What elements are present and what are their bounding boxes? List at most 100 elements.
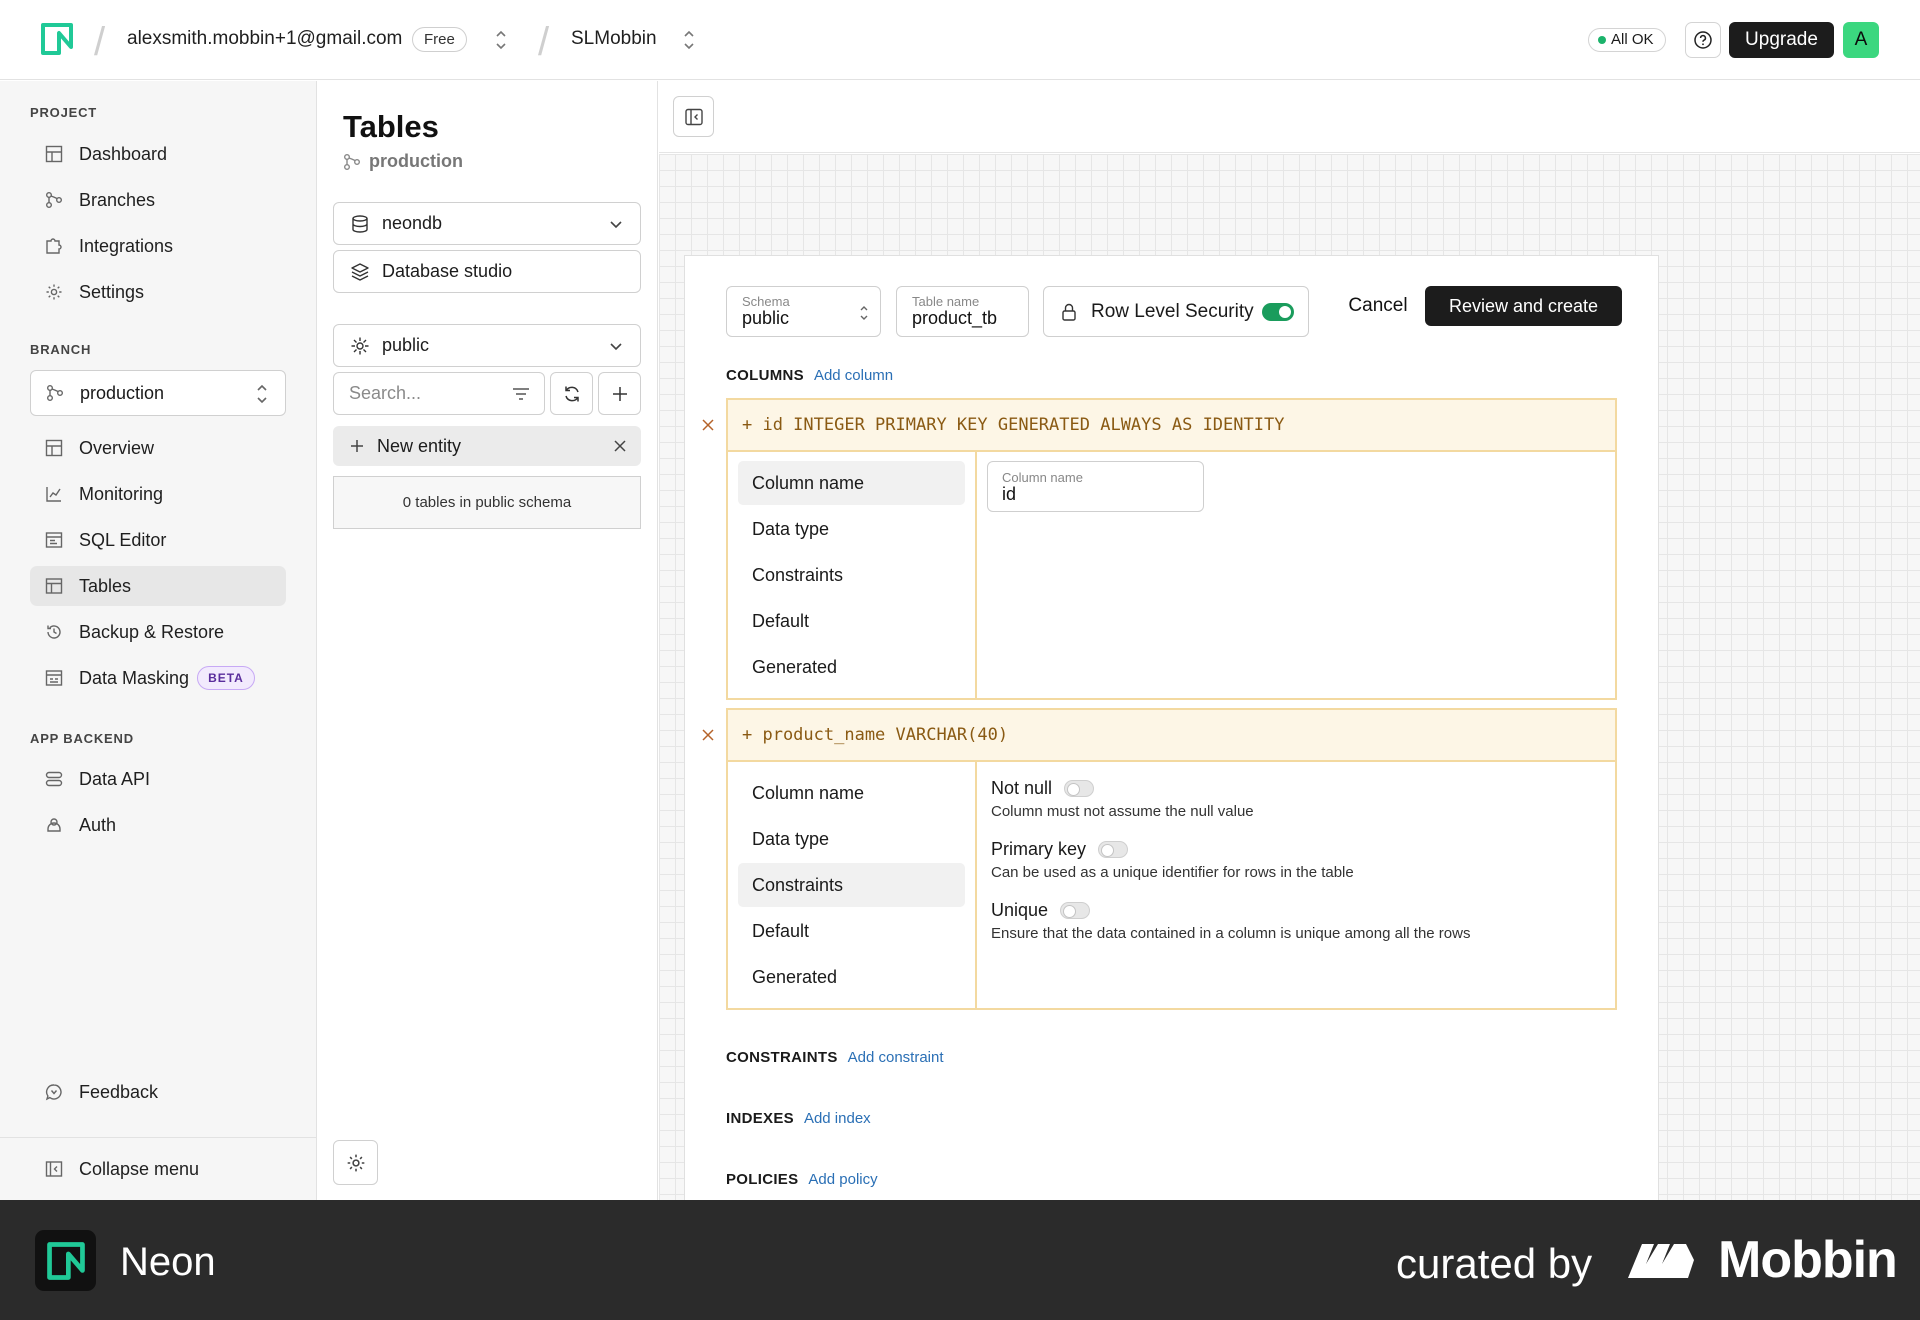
help-button[interactable] [1685,22,1721,58]
column-tabs: Column name Data type Constraints Defaul… [728,762,977,1008]
sidebar-item-label: Monitoring [79,483,164,504]
account-email[interactable]: alexsmith.mobbin+1@gmail.com [127,28,402,50]
sidebar-item-label: SQL Editor [79,529,167,550]
main-header [659,81,1920,153]
collapse-menu-button[interactable]: Collapse menu [30,1149,286,1189]
tab-data-type[interactable]: Data type [738,817,965,861]
sidebar-item-branches[interactable]: Branches [30,180,286,220]
branch-select-value: production [80,382,165,403]
sidebar-item-label: Auth [79,814,117,835]
project-switch-icon[interactable] [682,27,696,53]
chart-icon [44,484,64,504]
add-index-link[interactable]: Add index [804,1110,871,1127]
add-entity-button[interactable] [598,372,641,415]
refresh-button[interactable] [550,372,593,415]
column-tabs: Column name Data type Constraints Defaul… [728,452,977,698]
columns-label: COLUMNS [726,367,804,384]
rls-toggle-switch[interactable] [1262,303,1294,321]
neon-logo-icon[interactable] [40,22,74,56]
add-column-link[interactable]: Add column [814,367,893,384]
remove-column-icon[interactable] [698,415,718,435]
branch-select[interactable]: production [30,370,286,416]
branch-icon [44,190,64,210]
sidebar-item-auth[interactable]: Auth [30,805,286,845]
panel-settings-button[interactable] [333,1140,378,1185]
avatar[interactable]: A [1843,22,1879,58]
canvas-grid: Schema public Table name product_tb Row … [659,154,1920,1241]
schema-select-value: public [382,335,430,355]
search-input[interactable]: Search... [333,372,545,415]
collapse-icon [44,1159,64,1179]
tab-default[interactable]: Default [738,909,965,953]
table-name-field[interactable]: Table name product_tb [896,286,1029,337]
sidebar-item-feedback[interactable]: Feedback [30,1072,286,1112]
add-constraint-link[interactable]: Add constraint [848,1049,944,1066]
chevron-down-icon [610,343,622,351]
toggle-panel-button[interactable] [673,96,714,137]
mobbin-mark-icon [1628,1244,1694,1278]
status-pill[interactable]: All OK [1588,28,1666,52]
close-icon[interactable] [613,439,627,453]
tab-data-type[interactable]: Data type [738,507,965,551]
new-entity-item[interactable]: New entity [333,426,641,466]
unique-toggle[interactable] [1060,902,1091,919]
not-null-toggle[interactable] [1064,780,1095,797]
project-name[interactable]: SLMobbin [571,28,657,50]
database-select-value: neondb [382,213,443,233]
tab-constraints[interactable]: Constraints [738,553,965,597]
tables-count: 0 tables in public schema [333,476,641,529]
api-icon [44,769,64,789]
column-tab-content: Column name id [977,452,1615,698]
column-definition[interactable]: + id INTEGER PRIMARY KEY GENERATED ALWAY… [728,400,1615,452]
sidebar-item-sql-editor[interactable]: SQL Editor [30,520,286,560]
sidebar-item-monitoring[interactable]: Monitoring [30,474,286,514]
column-block-id: + id INTEGER PRIMARY KEY GENERATED ALWAY… [702,398,1617,700]
tab-default[interactable]: Default [738,599,965,643]
sidebar-item-integrations[interactable]: Integrations [30,226,286,266]
sidebar-item-label: Collapse menu [79,1158,200,1179]
sidebar-item-dashboard[interactable]: Dashboard [30,134,286,174]
schema-select[interactable]: public [333,324,641,367]
review-and-create-button[interactable]: Review and create [1425,286,1622,326]
mobbin-logo: Mobbin [1626,1230,1898,1290]
filter-icon[interactable] [512,386,530,402]
column-definition[interactable]: + product_name VARCHAR(40) [728,710,1615,762]
sidebar-item-overview[interactable]: Overview [30,428,286,468]
column-name-field-value: id [1002,484,1017,504]
account-switch-icon[interactable] [494,27,508,53]
grid-icon [44,438,64,458]
database-select[interactable]: neondb [333,202,641,245]
question-icon [1694,31,1712,49]
sidebar-item-data-api[interactable]: Data API [30,759,286,799]
row-level-security-toggle[interactable]: Row Level Security [1043,286,1309,337]
sidebar-item-label: Integrations [79,235,174,256]
constraint-title: Primary key [991,839,1087,859]
sidebar-item-settings[interactable]: Settings [30,272,286,312]
cancel-button[interactable]: Cancel [1338,286,1418,326]
upgrade-button[interactable]: Upgrade [1729,22,1834,58]
constraint-unique: Unique Ensure that the data contained in… [991,900,1470,942]
schema-field[interactable]: Schema public [726,286,881,337]
column-body: Column name Data type Constraints Defaul… [728,452,1615,698]
constraint-not-null: Not null Column must not assume the null… [991,778,1254,820]
database-icon [350,214,370,234]
database-studio-button[interactable]: Database studio [333,250,641,293]
column-tab-content: Not null Column must not assume the null… [977,762,1615,1008]
primary-key-toggle[interactable] [1098,841,1129,858]
tab-generated[interactable]: Generated [738,645,965,689]
add-policy-link[interactable]: Add policy [808,1171,877,1188]
sidebar-item-backup-restore[interactable]: Backup & Restore [30,612,286,652]
remove-column-icon[interactable] [698,725,718,745]
constraint-primary-key: Primary key Can be used as a unique iden… [991,839,1354,881]
tab-column-name[interactable]: Column name [738,771,965,815]
tab-generated[interactable]: Generated [738,955,965,999]
status-text: All OK [1611,31,1654,48]
column-name-field[interactable]: Column name id [987,461,1204,512]
branch-icon [344,153,360,170]
tab-column-name[interactable]: Column name [738,461,965,505]
sidebar-item-data-masking[interactable]: Data Masking BETA [30,658,286,698]
constraint-description: Ensure that the data contained in a colu… [991,925,1471,942]
history-icon [44,622,64,642]
tab-constraints[interactable]: Constraints [738,863,965,907]
sidebar-item-tables[interactable]: Tables [30,566,286,606]
